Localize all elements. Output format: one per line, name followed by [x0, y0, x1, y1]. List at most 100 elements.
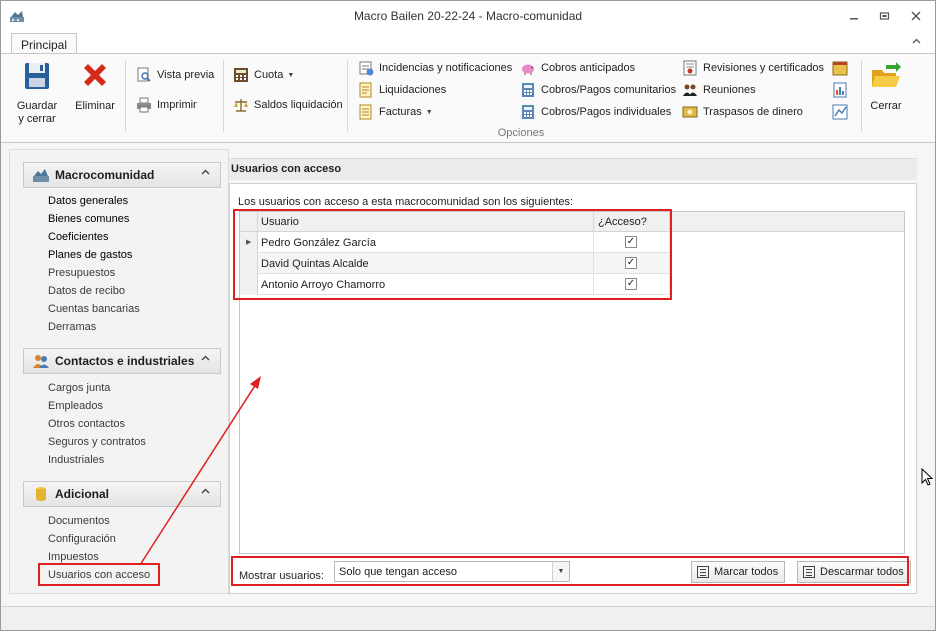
- chevron-up-icon: [201, 169, 210, 175]
- nav-item-cargos-junta[interactable]: Cargos junta: [48, 381, 110, 395]
- save-close-button[interactable]: Guardar y cerrar: [13, 60, 61, 126]
- title-bar: Macro Bailen 20-22-24 - Macro-comunidad: [1, 1, 935, 31]
- meeting-people-icon: [683, 84, 697, 96]
- incidencias-button[interactable]: Incidencias y notificaciones: [358, 58, 512, 78]
- tab-principal[interactable]: Principal: [11, 33, 78, 54]
- restore-icon: [879, 12, 889, 20]
- nav-item-industriales[interactable]: Industriales: [48, 453, 104, 467]
- revisiones-label: Revisiones y certificados: [703, 62, 825, 74]
- save-icon: [25, 63, 49, 89]
- nav-item-documentos[interactable]: Documentos: [48, 514, 110, 528]
- chevron-up-icon: [912, 38, 921, 44]
- navigation-panel: Macrocomunidad Datos generales Bienes co…: [9, 149, 229, 594]
- intro-text: Los usuarios con acceso a esta macrocomu…: [238, 196, 574, 208]
- close-button[interactable]: Cerrar: [863, 60, 909, 113]
- nav-item-derramas[interactable]: Derramas: [48, 320, 96, 334]
- nav-group-contactos[interactable]: Contactos e industriales: [23, 348, 221, 374]
- contacts-icon: [33, 355, 49, 368]
- chart-icon: [832, 104, 848, 120]
- delete-button[interactable]: Eliminar: [71, 60, 119, 113]
- nav-item-bienes-comunes[interactable]: Bienes comunes: [48, 212, 129, 226]
- status-bar: [1, 606, 935, 630]
- cobros-anticipados-label: Cobros anticipados: [541, 62, 636, 74]
- nav-group-title: Adicional: [55, 487, 110, 501]
- ribbon-separator: [223, 60, 224, 132]
- app-window: Macro Bailen 20-22-24 - Macro-comunidad …: [0, 0, 936, 631]
- nav-item-planes-gastos[interactable]: Planes de gastos: [48, 248, 132, 262]
- nav-item-configuracion[interactable]: Configuración: [48, 532, 116, 546]
- extra-tool-button-1[interactable]: [832, 58, 853, 78]
- cuota-label: Cuota: [254, 69, 284, 81]
- community-icon: [33, 169, 49, 182]
- cuota-dropdown-button[interactable]: Cuota ▼: [233, 65, 294, 85]
- invoice-icon: [359, 104, 372, 120]
- minimize-icon: [850, 18, 858, 20]
- nav-item-empleados[interactable]: Empleados: [48, 399, 103, 413]
- chevron-up-icon: [201, 355, 210, 361]
- preview-label: Vista previa: [157, 69, 215, 81]
- nav-group-title: Contactos e industriales: [55, 354, 195, 368]
- revisiones-button[interactable]: Revisiones y certificados: [682, 58, 824, 78]
- mouse-cursor-icon: [921, 468, 934, 486]
- liquidaciones-label: Liquidaciones: [379, 84, 447, 96]
- money-transfer-icon: [682, 106, 698, 118]
- print-button[interactable]: Imprimir: [136, 95, 197, 115]
- preview-icon: [137, 67, 151, 82]
- nav-item-coeficientes[interactable]: Coeficientes: [48, 230, 109, 244]
- ribbon-separator: [347, 60, 348, 132]
- facturas-dropdown-button[interactable]: Facturas ▼: [358, 102, 433, 122]
- cobros-anticipados-button[interactable]: Cobros anticipados: [520, 58, 635, 78]
- panel-header: Usuarios con acceso: [229, 158, 917, 180]
- calculator-blue-icon: [522, 105, 534, 119]
- liquidaciones-icon: [359, 82, 372, 98]
- nav-group-macrocomunidad[interactable]: Macrocomunidad: [23, 162, 221, 188]
- calendar-money-icon: [832, 61, 848, 76]
- cobros-comunitarios-label: Cobros/Pagos comunitarios: [541, 84, 677, 96]
- balance-scale-icon: [234, 99, 248, 112]
- ribbon: Guardar y cerrar Eliminar Vista previa I…: [1, 53, 935, 143]
- delete-label: Eliminar: [75, 100, 115, 112]
- nav-item-datos-recibo[interactable]: Datos de recibo: [48, 284, 125, 298]
- preview-button[interactable]: Vista previa: [136, 65, 214, 85]
- ribbon-group-label: Opciones: [497, 127, 545, 139]
- close-window-button[interactable]: [906, 7, 926, 25]
- ribbon-separator: [861, 60, 862, 132]
- nav-group-adicional[interactable]: Adicional: [23, 481, 221, 507]
- page-title: Usuarios con acceso: [231, 163, 342, 175]
- saldos-liquidacion-button[interactable]: Saldos liquidación: [233, 95, 343, 115]
- window-title: Macro Bailen 20-22-24 - Macro-comunidad: [353, 9, 583, 23]
- nav-item-impuestos[interactable]: Impuestos: [48, 550, 99, 564]
- saldos-label: Saldos liquidación: [254, 99, 343, 111]
- highlight-box-footer: [231, 556, 909, 586]
- printer-icon: [137, 97, 151, 113]
- reuniones-button[interactable]: Reuniones: [682, 80, 756, 100]
- nav-item-presupuestos[interactable]: Presupuestos: [48, 266, 115, 280]
- minimize-button[interactable]: [844, 7, 864, 25]
- maximize-button[interactable]: [874, 7, 894, 25]
- traspasos-label: Traspasos de dinero: [703, 106, 803, 118]
- collapse-ribbon-button[interactable]: [912, 36, 921, 47]
- database-icon: [36, 487, 46, 501]
- nav-item-seguros-contratos[interactable]: Seguros y contratos: [48, 435, 146, 449]
- extra-tool-button-3[interactable]: [832, 102, 853, 122]
- print-label: Imprimir: [157, 99, 197, 111]
- ribbon-separator: [125, 60, 126, 132]
- extra-tool-button-2[interactable]: [832, 80, 853, 100]
- chevron-up-icon: [201, 488, 210, 494]
- dropdown-arrow-icon: ▼: [425, 108, 433, 116]
- nav-item-cuentas-bancarias[interactable]: Cuentas bancarias: [48, 302, 140, 316]
- liquidaciones-button[interactable]: Liquidaciones: [358, 80, 446, 100]
- document-chart-icon: [833, 82, 847, 98]
- cobros-individuales-button[interactable]: Cobros/Pagos individuales: [520, 102, 671, 122]
- traspasos-button[interactable]: Traspasos de dinero: [682, 102, 803, 122]
- cobros-comunitarios-button[interactable]: Cobros/Pagos comunitarios: [520, 80, 676, 100]
- facturas-label: Facturas: [379, 106, 422, 118]
- close-icon: [911, 11, 921, 21]
- nav-group-title: Macrocomunidad: [55, 168, 155, 182]
- nav-item-datos-generales[interactable]: Datos generales: [48, 194, 128, 208]
- nav-item-otros-contactos[interactable]: Otros contactos: [48, 417, 125, 431]
- cobros-individuales-label: Cobros/Pagos individuales: [541, 106, 672, 118]
- calculator-icon: [234, 68, 248, 82]
- close-label: Cerrar: [870, 100, 902, 112]
- ribbon-tab-strip: Principal: [1, 31, 935, 54]
